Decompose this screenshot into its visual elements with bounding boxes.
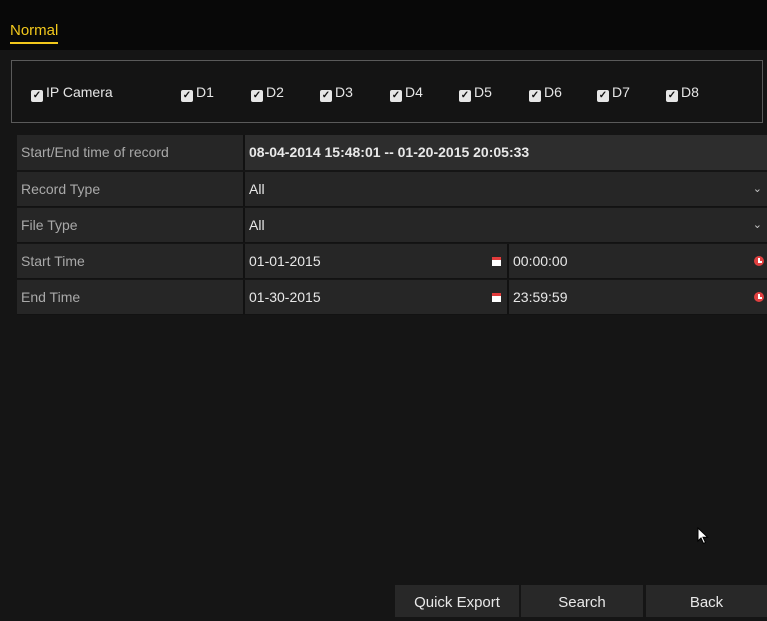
start-time-label: Start Time xyxy=(17,244,243,279)
back-button[interactable]: Back xyxy=(646,585,767,617)
start-time-field[interactable]: 00:00:00 xyxy=(509,244,767,279)
checkbox-checked-icon: ✓ xyxy=(597,90,609,102)
camera-d6-checkbox[interactable]: ✓ D6 xyxy=(529,84,562,102)
checkbox-checked-icon: ✓ xyxy=(666,90,678,102)
clock-icon[interactable] xyxy=(754,256,764,266)
camera-label: D2 xyxy=(266,84,284,100)
checkbox-checked-icon: ✓ xyxy=(459,90,471,102)
tab-bar: Normal xyxy=(0,0,767,50)
mouse-cursor-icon xyxy=(697,527,709,545)
checkbox-checked-icon: ✓ xyxy=(31,90,43,102)
camera-label: D3 xyxy=(335,84,353,100)
calendar-icon[interactable] xyxy=(492,293,501,302)
camera-label: D8 xyxy=(681,84,699,100)
end-date-value: 01-30-2015 xyxy=(249,289,321,305)
calendar-icon[interactable] xyxy=(492,257,501,266)
search-button[interactable]: Search xyxy=(521,585,643,617)
camera-label: D7 xyxy=(612,84,630,100)
checkbox-checked-icon: ✓ xyxy=(320,90,332,102)
camera-d2-checkbox[interactable]: ✓ D2 xyxy=(251,84,284,102)
start-time-row: Start Time 01-01-2015 00:00:00 xyxy=(17,244,767,279)
end-time-label: End Time xyxy=(17,280,243,315)
checkbox-checked-icon: ✓ xyxy=(251,90,263,102)
chevron-down-icon: ⌄ xyxy=(752,183,762,195)
quick-export-button[interactable]: Quick Export xyxy=(395,585,519,617)
record-type-value: All xyxy=(249,181,265,197)
camera-d7-checkbox[interactable]: ✓ D7 xyxy=(597,84,630,102)
start-time-value: 00:00:00 xyxy=(513,253,568,269)
file-type-label: File Type xyxy=(17,208,243,243)
checkbox-checked-icon: ✓ xyxy=(390,90,402,102)
end-time-row: End Time 01-30-2015 23:59:59 xyxy=(17,280,767,315)
camera-selection-panel: ✓ IP Camera ✓ D1 ✓ D2 ✓ D3 ✓ D4 ✓ D5 ✓ D6 ✓ D7 ✓… xyxy=(11,60,763,123)
ip-camera-label: IP Camera xyxy=(46,84,113,100)
record-range-row: Start/End time of record 08-04-2014 15:4… xyxy=(17,135,767,170)
end-time-field[interactable]: 23:59:59 xyxy=(509,280,767,315)
camera-label: D5 xyxy=(474,84,492,100)
file-type-value: All xyxy=(249,217,265,233)
record-type-row: Record Type All ⌄ xyxy=(17,172,767,207)
camera-label: D6 xyxy=(544,84,562,100)
record-range-value: 08-04-2014 15:48:01 -- 01-20-2015 20:05:… xyxy=(245,135,767,170)
record-range-label: Start/End time of record xyxy=(17,135,243,170)
file-type-select[interactable]: All ⌄ xyxy=(245,208,767,243)
record-type-select[interactable]: All ⌄ xyxy=(245,172,767,207)
camera-d8-checkbox[interactable]: ✓ D8 xyxy=(666,84,699,102)
chevron-down-icon: ⌄ xyxy=(752,219,762,231)
camera-label: D1 xyxy=(196,84,214,100)
clock-icon[interactable] xyxy=(754,292,764,302)
start-date-value: 01-01-2015 xyxy=(249,253,321,269)
end-time-value: 23:59:59 xyxy=(513,289,568,305)
start-date-field[interactable]: 01-01-2015 xyxy=(245,244,507,279)
camera-d5-checkbox[interactable]: ✓ D5 xyxy=(459,84,492,102)
end-date-field[interactable]: 01-30-2015 xyxy=(245,280,507,315)
camera-d1-checkbox[interactable]: ✓ D1 xyxy=(181,84,214,102)
checkbox-checked-icon: ✓ xyxy=(529,90,541,102)
checkbox-checked-icon: ✓ xyxy=(181,90,193,102)
file-type-row: File Type All ⌄ xyxy=(17,208,767,243)
tab-normal[interactable]: Normal xyxy=(10,22,59,44)
camera-d3-checkbox[interactable]: ✓ D3 xyxy=(320,84,353,102)
ip-camera-checkbox[interactable]: ✓ IP Camera xyxy=(31,84,113,102)
record-type-label: Record Type xyxy=(17,172,243,207)
camera-d4-checkbox[interactable]: ✓ D4 xyxy=(390,84,423,102)
camera-label: D4 xyxy=(405,84,423,100)
